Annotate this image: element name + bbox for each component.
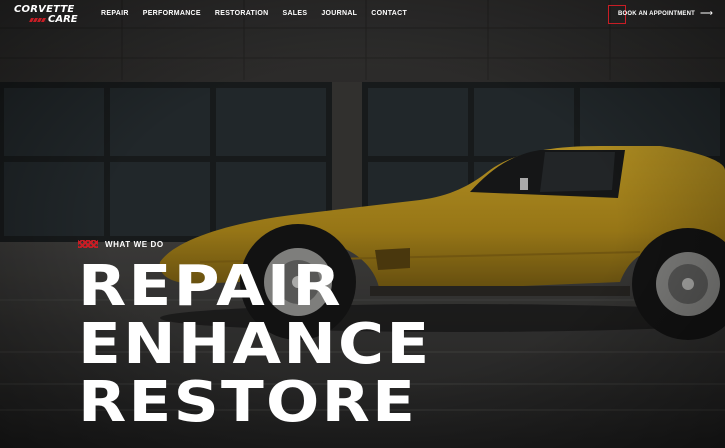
hero-section: CORVETTE CARE REPAIR PERFORMANCE RESTORA… (0, 0, 725, 448)
headline-line-restore: RESTORE (78, 370, 418, 435)
arrow-right-icon: ⟶ (700, 8, 713, 18)
section-eyebrow: WHAT WE DO (78, 238, 164, 250)
brand-logo[interactable]: CORVETTE CARE (14, 5, 88, 27)
nav-item-sales[interactable]: SALES (282, 10, 307, 17)
book-appointment-button[interactable]: BOOK AN APPOINTMENT ⟶ (608, 5, 714, 25)
eyebrow-label: WHAT WE DO (105, 239, 164, 249)
nav-item-journal[interactable]: JOURNAL (321, 10, 357, 17)
logo-flag-mark (29, 18, 47, 22)
nav-item-repair[interactable]: REPAIR (101, 10, 129, 17)
nav-item-restoration[interactable]: RESTORATION (215, 10, 269, 17)
site-header: CORVETTE CARE REPAIR PERFORMANCE RESTORA… (0, 0, 725, 30)
main-nav: REPAIR PERFORMANCE RESTORATION SALES JOU… (101, 10, 421, 17)
headline-line-enhance: ENHANCE (78, 312, 432, 377)
logo-line-2: CARE (48, 14, 78, 25)
hero-headline: REPAIR ENHANCE RESTORE (78, 258, 431, 432)
book-appointment-label: BOOK AN APPOINTMENT (618, 11, 696, 17)
headline-line-repair: REPAIR (78, 254, 343, 319)
nav-item-performance[interactable]: PERFORMANCE (143, 10, 201, 17)
checkered-flag-icon (78, 240, 98, 248)
nav-item-contact[interactable]: CONTACT (371, 10, 407, 17)
